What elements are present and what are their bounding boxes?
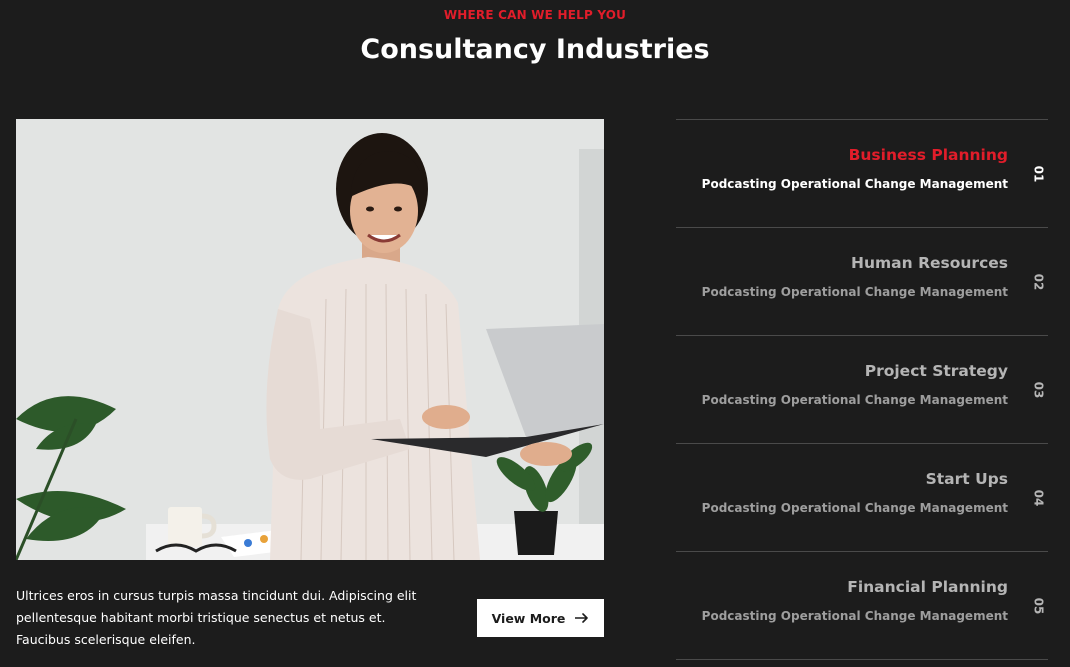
section-eyebrow: WHERE CAN WE HELP YOU: [443, 8, 627, 22]
industry-item-human-resources[interactable]: Human Resources Podcasting Operational C…: [676, 228, 1048, 336]
industry-subtitle: Podcasting Operational Change Management: [701, 501, 1008, 515]
industry-number: 05: [1030, 597, 1045, 614]
industry-number: 03: [1030, 381, 1045, 398]
industry-title: Business Planning: [848, 146, 1008, 164]
industry-title: Human Resources: [851, 254, 1008, 272]
section-heading: Consultancy Industries: [360, 34, 710, 65]
industries-list: Business Planning Podcasting Operational…: [676, 119, 1048, 660]
industry-subtitle: Podcasting Operational Change Management: [701, 609, 1008, 623]
industry-item-start-ups[interactable]: Start Ups Podcasting Operational Change …: [676, 444, 1048, 552]
industry-number: 02: [1030, 273, 1045, 290]
industry-item-business-planning[interactable]: Business Planning Podcasting Operational…: [676, 120, 1048, 228]
industry-subtitle: Podcasting Operational Change Management: [701, 393, 1008, 407]
industry-number: 04: [1030, 489, 1045, 506]
industry-item-project-strategy[interactable]: Project Strategy Podcasting Operational …: [676, 336, 1048, 444]
view-more-button[interactable]: View More: [477, 599, 604, 637]
feature-description: Ultrices eros in cursus turpis massa tin…: [16, 588, 417, 647]
view-more-label: View More: [491, 610, 566, 626]
industry-photo: [16, 119, 604, 560]
industry-title: Financial Planning: [847, 578, 1008, 596]
industry-item-financial-planning[interactable]: Financial Planning Podcasting Operationa…: [676, 552, 1048, 660]
industry-subtitle: Podcasting Operational Change Management: [701, 177, 1008, 191]
industry-title: Project Strategy: [864, 362, 1008, 380]
industry-number: 01: [1030, 165, 1045, 182]
industry-title: Start Ups: [925, 470, 1008, 488]
arrow-right-icon: [575, 613, 589, 623]
industry-subtitle: Podcasting Operational Change Management: [701, 285, 1008, 299]
